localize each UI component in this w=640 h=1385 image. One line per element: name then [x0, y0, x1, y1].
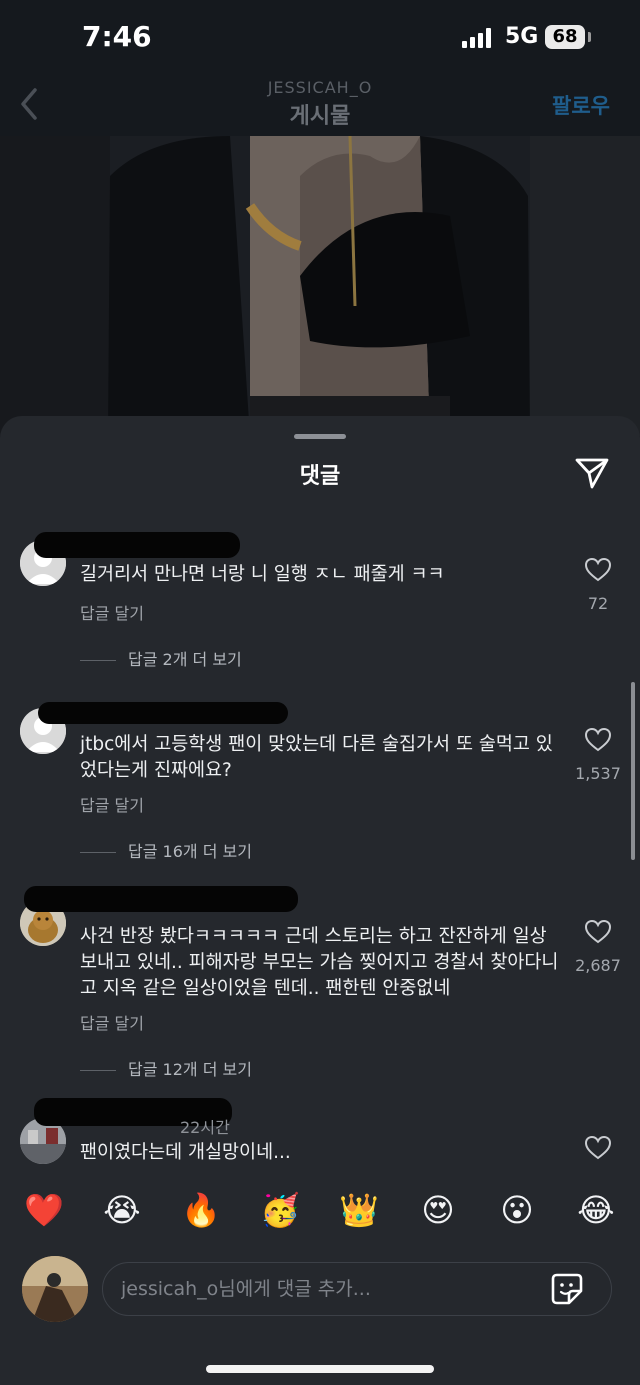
home-indicator[interactable] — [206, 1365, 434, 1373]
emoji-reaction-row: ❤️ 😭 🔥 🥳 👑 😍 😮 😂 — [0, 1190, 640, 1234]
view-more-replies-label: 답글 12개 더 보기 — [128, 1060, 252, 1079]
battery-icon: 68 — [545, 25, 585, 49]
page-title: 게시물 — [289, 104, 351, 129]
my-avatar — [22, 1256, 88, 1322]
redacted-username — [34, 532, 240, 558]
replies-divider — [80, 852, 116, 853]
header-username: JESSICAH_O — [267, 78, 373, 97]
status-time: 7:46 — [82, 20, 152, 53]
replies-divider — [80, 1070, 116, 1071]
battery-tip — [588, 32, 591, 42]
view-more-replies[interactable]: 답글 16개 더 보기 — [80, 838, 252, 862]
share-icon[interactable] — [574, 456, 610, 490]
heart-icon[interactable] — [585, 920, 611, 944]
reply-button[interactable]: 답글 달기 — [80, 600, 144, 624]
post-header: JESSICAH_O 게시물 팔로우 — [0, 76, 640, 136]
emoji-party-button[interactable]: 🥳 — [260, 1190, 300, 1230]
comment-text: 길거리서 만나면 너랑 니 일행 ㅈㄴ 패줄게 ㅋㅋ — [80, 564, 445, 585]
reply-button[interactable]: 답글 달기 — [80, 1010, 144, 1034]
follow-button[interactable]: 팔로우 — [552, 90, 610, 120]
like-count: 72 — [587, 594, 609, 613]
my-avatar-image — [22, 1256, 88, 1322]
network-label: 5G — [505, 24, 539, 49]
replies-divider — [80, 660, 116, 661]
like-count: 2,687 — [575, 956, 621, 975]
heart-icon[interactable] — [585, 728, 611, 752]
view-more-replies-label: 답글 16개 더 보기 — [128, 842, 252, 861]
redacted-username — [38, 702, 288, 724]
heart-icon[interactable] — [585, 1136, 611, 1160]
like-count: 1,537 — [575, 764, 621, 783]
sheet-title: 댓글 — [299, 464, 341, 489]
emoji-crown-button[interactable]: 👑 — [339, 1190, 379, 1230]
post-image — [0, 136, 640, 436]
emoji-heart-button[interactable]: ❤️ — [24, 1190, 64, 1230]
status-bar: 7:46 5G 68 — [0, 0, 640, 76]
comment-timestamp: 22시간 — [180, 1118, 230, 1137]
emoji-heart-eyes-button[interactable]: 😍 — [418, 1190, 458, 1230]
comment-text: 사건 반장 봤다ㅋㅋㅋㅋㅋ 근데 스토리는 하고 잔잔하게 일상 보내고 있네.… — [80, 926, 559, 999]
emoji-fire-button[interactable]: 🔥 — [181, 1190, 221, 1230]
redacted-username — [24, 886, 298, 912]
view-more-replies-label: 답글 2개 더 보기 — [128, 650, 242, 669]
emoji-laughing-button[interactable]: 😂 — [576, 1190, 616, 1230]
comment-text: jtbc에서 고등학생 팬이 맞았는데 다른 술집가서 또 술먹고 있었다는게 … — [80, 734, 553, 781]
comment-text: 팬이였다는데 개실망이네... — [80, 1142, 291, 1163]
heart-icon[interactable] — [585, 558, 611, 582]
signal-icon — [462, 28, 491, 48]
emoji-crying-button[interactable]: 😭 — [102, 1190, 142, 1230]
sticker-icon[interactable] — [551, 1273, 583, 1305]
view-more-replies[interactable]: 답글 12개 더 보기 — [80, 1056, 252, 1080]
view-more-replies[interactable]: 답글 2개 더 보기 — [80, 646, 242, 670]
scrollbar[interactable] — [631, 682, 635, 860]
comment-input[interactable] — [102, 1262, 612, 1316]
emoji-surprised-button[interactable]: 😮 — [497, 1190, 537, 1230]
reply-button[interactable]: 답글 달기 — [80, 792, 144, 816]
sheet-drag-handle[interactable] — [294, 434, 346, 439]
